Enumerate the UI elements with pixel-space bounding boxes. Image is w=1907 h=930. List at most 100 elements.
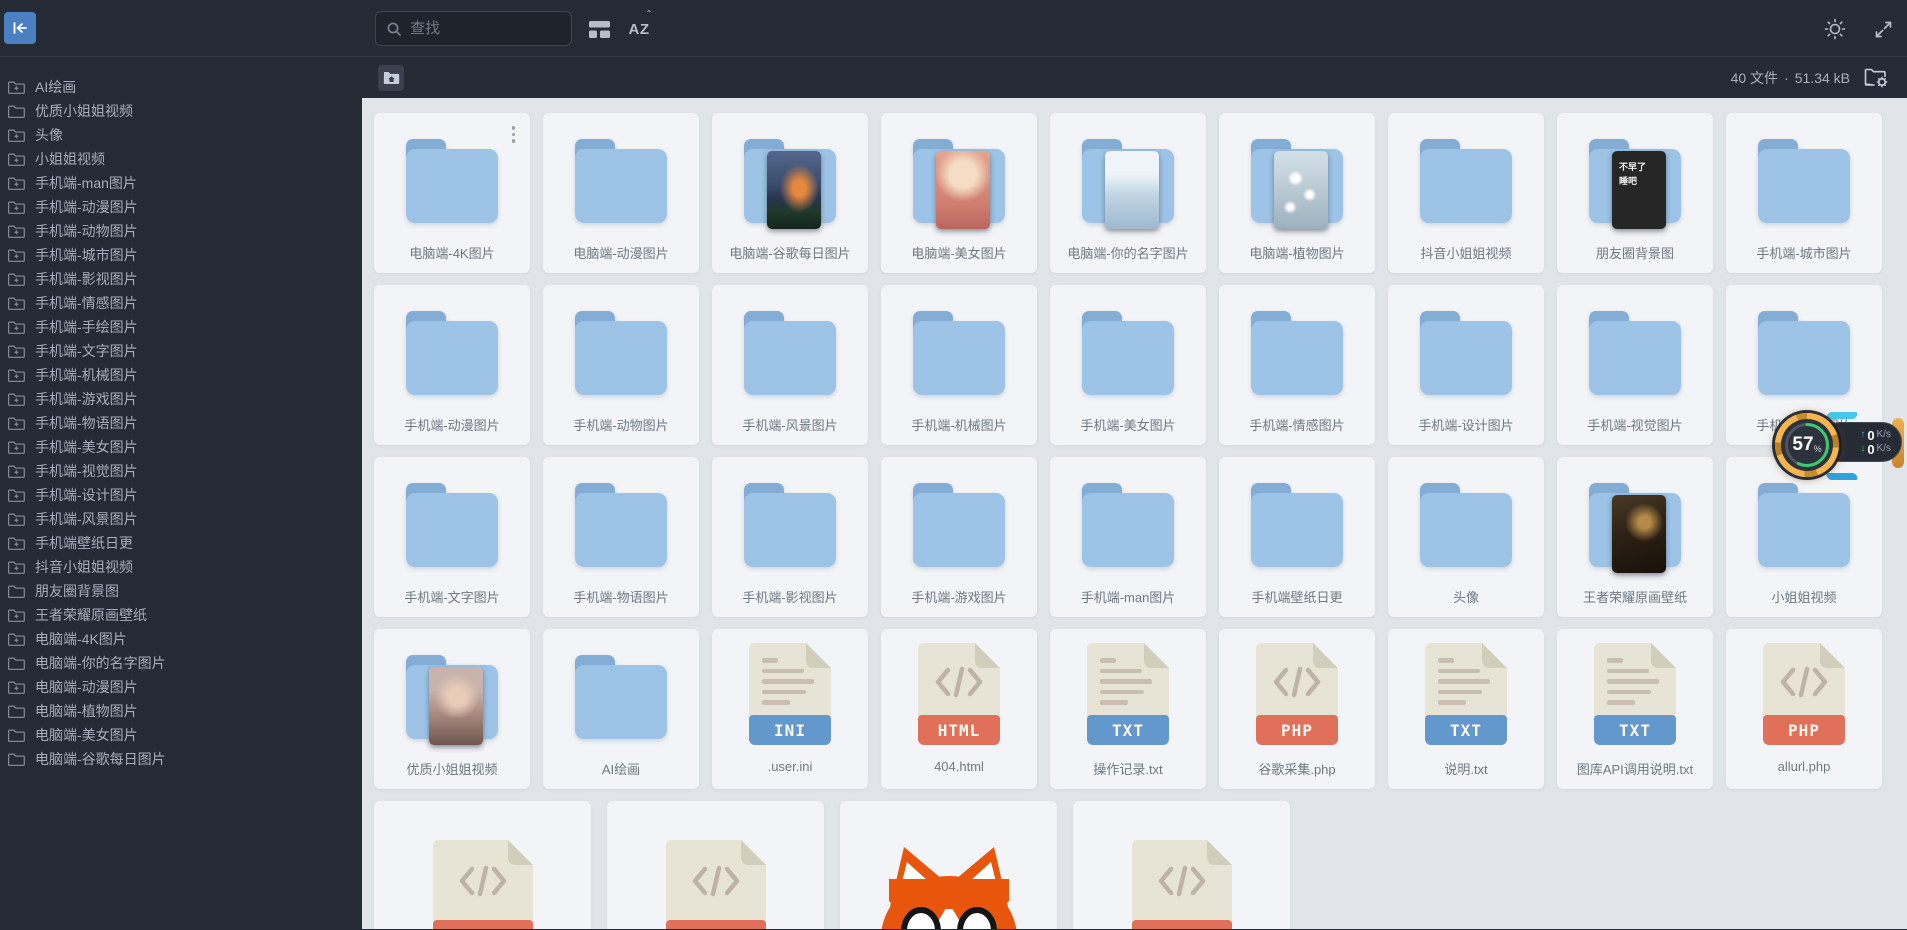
sidebar-item[interactable]: 手机端-影视图片 xyxy=(0,267,362,291)
search-box[interactable] xyxy=(375,11,572,46)
item-name-label: 电脑端-4K图片 xyxy=(409,246,495,261)
sidebar-item[interactable]: 手机端-设计图片 xyxy=(0,483,362,507)
folder-thumbnail xyxy=(767,151,821,229)
plus-icon xyxy=(14,181,19,186)
plus-icon xyxy=(14,637,19,642)
grid-item-file[interactable]: PHP 谷歌采集.php xyxy=(1219,629,1375,789)
grid-item-folder[interactable]: 手机端-动漫图片 xyxy=(374,285,530,445)
grid-item-folder[interactable]: 手机端-影视图片 xyxy=(712,457,868,617)
sidebar-item[interactable]: 电脑端-美女图片 xyxy=(0,723,362,747)
grid-item-folder[interactable]: 手机端-风景图片 xyxy=(712,285,868,445)
grid-item-folder[interactable]: 手机端-物语图片 xyxy=(543,457,699,617)
grid-item-folder[interactable]: 手机端-机械图片 xyxy=(881,285,1037,445)
sidebar-item[interactable]: 手机端壁纸日更 xyxy=(0,531,362,555)
folder-icon xyxy=(1420,311,1512,395)
grid-item-folder[interactable]: 手机端-视觉图片 xyxy=(1557,285,1713,445)
sidebar-item[interactable]: 王者荣耀原画壁纸 xyxy=(0,603,362,627)
grid-item-file[interactable] xyxy=(374,801,591,929)
grid-item-folder[interactable]: 手机端-城市图片 xyxy=(1726,113,1882,273)
grid-item-file[interactable]: TXT 说明.txt xyxy=(1388,629,1544,789)
sidebar-item[interactable]: 优质小姐姐视频 xyxy=(0,99,362,123)
folder-icon-wrap xyxy=(913,299,1005,405)
grid-item-folder[interactable]: 电脑端-美女图片 xyxy=(881,113,1037,273)
grid-item-folder[interactable]: 抖音小姐姐视频 xyxy=(1388,113,1544,273)
item-name-label: 电脑端-美女图片 xyxy=(911,246,1007,261)
sidebar-item[interactable]: 头像 xyxy=(0,123,362,147)
file-type-banner: TXT xyxy=(1087,715,1169,745)
grid-view-icon xyxy=(588,20,610,38)
grid-item-folder[interactable]: 王者荣耀原画壁纸 xyxy=(1557,457,1713,617)
grid-item-folder[interactable]: 手机端-游戏图片 xyxy=(881,457,1037,617)
grid-item-folder[interactable]: 优质小姐姐视频 xyxy=(374,629,530,789)
folder-settings-button[interactable] xyxy=(1864,67,1889,88)
grid-item-file[interactable] xyxy=(607,801,824,929)
sidebar-item[interactable]: 手机端-机械图片 xyxy=(0,363,362,387)
collapse-sidebar-button[interactable] xyxy=(4,12,36,44)
item-name-label: 手机端壁纸日更 xyxy=(1251,590,1343,605)
sidebar-item[interactable]: 手机端-物语图片 xyxy=(0,411,362,435)
grid-item-file[interactable]: TXT 操作记录.txt xyxy=(1050,629,1206,789)
sidebar-item[interactable]: 手机端-man图片 xyxy=(0,171,362,195)
sidebar-item[interactable]: 手机端-游戏图片 xyxy=(0,387,362,411)
grid-item-folder[interactable]: 手机端-man图片 xyxy=(1050,457,1206,617)
file-type-banner xyxy=(432,920,533,929)
grid-item-folder[interactable]: 电脑端-植物图片 xyxy=(1219,113,1375,273)
sidebar-item[interactable]: 手机端-动漫图片 xyxy=(0,195,362,219)
sidebar-item[interactable]: 手机端-城市图片 xyxy=(0,243,362,267)
item-menu-button[interactable] xyxy=(509,123,519,146)
sidebar-item[interactable]: 手机端-风景图片 xyxy=(0,507,362,531)
sidebar-item[interactable]: 朋友圈背景图 xyxy=(0,579,362,603)
sidebar-item[interactable]: 手机端-文字图片 xyxy=(0,339,362,363)
sidebar-item[interactable]: 电脑端-谷歌每日图片 xyxy=(0,747,362,771)
folder-icon xyxy=(8,681,25,694)
sidebar-item[interactable]: 电脑端-植物图片 xyxy=(0,699,362,723)
sidebar-item[interactable]: 手机端-手绘图片 xyxy=(0,315,362,339)
sidebar-item[interactable]: 手机端-动物图片 xyxy=(0,219,362,243)
sidebar-item[interactable]: 手机端-美女图片 xyxy=(0,435,362,459)
folder-icon-wrap xyxy=(1420,299,1512,405)
sidebar-item-label: 朋友圈背景图 xyxy=(35,583,119,599)
sidebar-item[interactable]: 电脑端-4K图片 xyxy=(0,627,362,651)
sidebar-item[interactable]: AI绘画 xyxy=(0,75,362,99)
home-breadcrumb-button[interactable] xyxy=(378,64,404,91)
grid-item-folder[interactable]: 电脑端-4K图片 xyxy=(374,113,530,273)
grid-item-image[interactable] xyxy=(840,801,1057,929)
sidebar-item[interactable]: 电脑端-动漫图片 xyxy=(0,675,362,699)
grid-item-folder[interactable]: AI绘画 xyxy=(543,629,699,789)
sidebar-item[interactable]: 抖音小姐姐视频 xyxy=(0,555,362,579)
folder-thumbnail xyxy=(1274,151,1328,229)
search-input[interactable] xyxy=(410,20,550,37)
expand-arrows-icon xyxy=(1875,21,1891,37)
grid-item-folder[interactable]: 不早了 睡吧 朋友圈背景图 xyxy=(1557,113,1713,273)
file-icon: TXT xyxy=(1425,643,1507,745)
view-toggle-button[interactable] xyxy=(586,17,612,41)
grid-item-folder[interactable]: 电脑端-动漫图片 xyxy=(543,113,699,273)
sidebar-item-label: 电脑端-你的名字图片 xyxy=(35,655,166,671)
grid-item-folder[interactable]: 手机端-美女图片 xyxy=(1050,285,1206,445)
grid-item-folder[interactable]: 手机端壁纸日更 xyxy=(1219,457,1375,617)
grid-item-folder[interactable]: 电脑端-谷歌每日图片 xyxy=(712,113,868,273)
grid-item-file[interactable]: HTML 404.html xyxy=(881,629,1037,789)
grid-item-folder[interactable]: 手机端-动物图片 xyxy=(543,285,699,445)
download-progress-circle[interactable]: 57 % xyxy=(1775,413,1839,477)
sidebar-item[interactable]: 电脑端-你的名字图片 xyxy=(0,651,362,675)
file-icon-wrap xyxy=(432,840,533,929)
sort-alphabetical-button[interactable]: ˆ AZ xyxy=(626,10,652,41)
grid-item-folder[interactable]: 手机端-设计图片 xyxy=(1388,285,1544,445)
fullscreen-button[interactable] xyxy=(1870,17,1896,41)
grid-item-file[interactable] xyxy=(1073,801,1290,929)
grid-item-file[interactable]: INI .user.ini xyxy=(712,629,868,789)
grid-item-folder[interactable]: 电脑端-你的名字图片 xyxy=(1050,113,1206,273)
item-name-label: 手机端-视觉图片 xyxy=(1587,418,1683,433)
grid-item-folder[interactable]: 手机端-文字图片 xyxy=(374,457,530,617)
sidebar-item-label: 手机端-物语图片 xyxy=(35,415,138,431)
sidebar-item[interactable]: 小姐姐视频 xyxy=(0,147,362,171)
sidebar-item[interactable]: 手机端-情感图片 xyxy=(0,291,362,315)
theme-toggle-button[interactable] xyxy=(1822,17,1848,41)
grid-item-file[interactable]: TXT 图库API调用说明.txt xyxy=(1557,629,1713,789)
sidebar-item[interactable]: 手机端-视觉图片 xyxy=(0,459,362,483)
item-name-label: 电脑端-你的名字图片 xyxy=(1067,246,1189,261)
grid-item-file[interactable]: PHP allurl.php xyxy=(1726,629,1882,789)
grid-item-folder[interactable]: 手机端-情感图片 xyxy=(1219,285,1375,445)
grid-item-folder[interactable]: 头像 xyxy=(1388,457,1544,617)
